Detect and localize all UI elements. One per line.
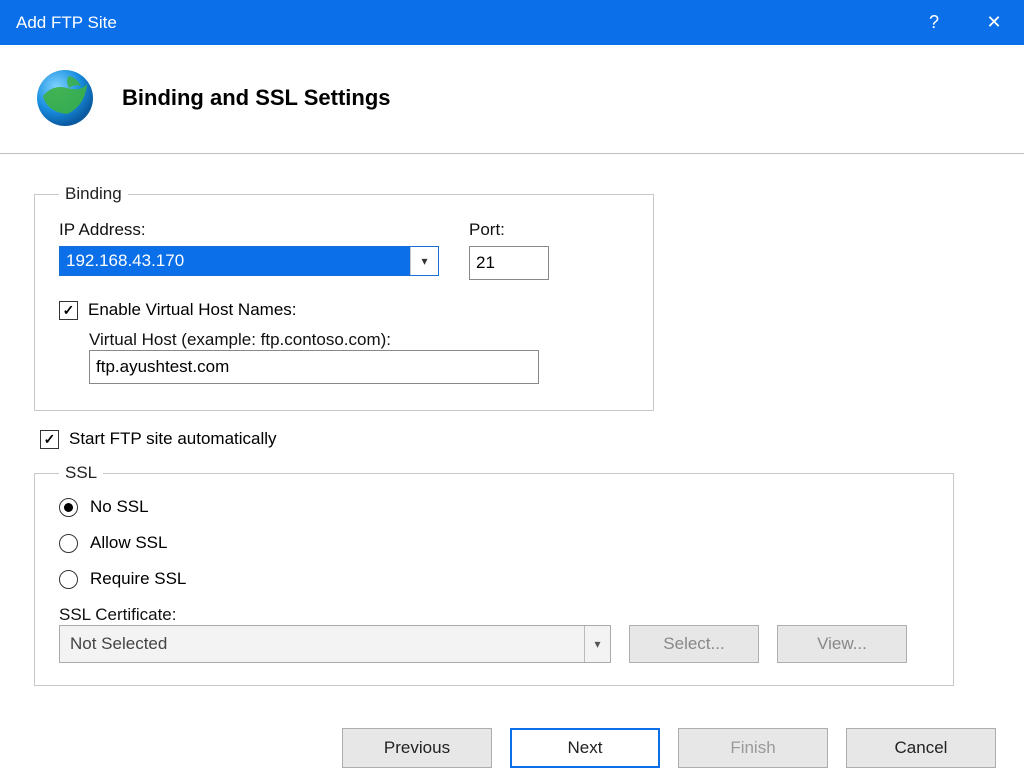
enable-virtual-host-checkbox[interactable] bbox=[59, 301, 78, 320]
ip-address-input[interactable] bbox=[60, 247, 410, 275]
next-button[interactable]: Next bbox=[510, 728, 660, 768]
start-ftp-auto-label: Start FTP site automatically bbox=[69, 429, 277, 449]
chevron-down-icon[interactable]: ▾ bbox=[410, 247, 438, 275]
virtual-host-input[interactable] bbox=[89, 350, 539, 384]
previous-button[interactable]: Previous bbox=[342, 728, 492, 768]
ssl-view-button: View... bbox=[777, 625, 907, 663]
allow-ssl-label: Allow SSL bbox=[90, 533, 167, 553]
allow-ssl-radio[interactable] bbox=[59, 534, 78, 553]
cancel-button[interactable]: Cancel bbox=[846, 728, 996, 768]
window-title: Add FTP Site bbox=[16, 13, 904, 33]
no-ssl-label: No SSL bbox=[90, 497, 149, 517]
require-ssl-radio[interactable] bbox=[59, 570, 78, 589]
ssl-certificate-value: Not Selected bbox=[70, 634, 167, 654]
titlebar: Add FTP Site ? ✕ bbox=[0, 0, 1024, 45]
start-ftp-auto-checkbox[interactable] bbox=[40, 430, 59, 449]
port-input[interactable] bbox=[469, 246, 549, 280]
port-label: Port: bbox=[469, 220, 549, 240]
ip-address-label: IP Address: bbox=[59, 220, 439, 240]
ssl-select-button: Select... bbox=[629, 625, 759, 663]
no-ssl-radio[interactable] bbox=[59, 498, 78, 517]
binding-group: Binding IP Address: ▾ Port: Enable Virtu… bbox=[34, 184, 654, 411]
wizard-header: Binding and SSL Settings bbox=[0, 45, 1024, 154]
close-button[interactable]: ✕ bbox=[964, 0, 1024, 45]
ip-address-combo[interactable]: ▾ bbox=[59, 246, 439, 276]
enable-virtual-host-label: Enable Virtual Host Names: bbox=[88, 300, 297, 320]
virtual-host-label: Virtual Host (example: ftp.contoso.com): bbox=[89, 330, 391, 349]
help-button[interactable]: ? bbox=[904, 0, 964, 45]
ssl-group: SSL No SSL Allow SSL Require SSL SSL Cer… bbox=[34, 463, 954, 686]
require-ssl-label: Require SSL bbox=[90, 569, 186, 589]
ssl-certificate-select[interactable]: Not Selected ▾ bbox=[59, 625, 611, 663]
binding-legend: Binding bbox=[59, 184, 128, 204]
page-title: Binding and SSL Settings bbox=[122, 85, 391, 111]
finish-button: Finish bbox=[678, 728, 828, 768]
wizard-buttons: Previous Next Finish Cancel bbox=[342, 728, 996, 768]
ssl-certificate-label: SSL Certificate: bbox=[59, 605, 176, 624]
globe-icon bbox=[30, 63, 100, 133]
ssl-legend: SSL bbox=[59, 463, 103, 483]
chevron-down-icon[interactable]: ▾ bbox=[584, 626, 610, 662]
